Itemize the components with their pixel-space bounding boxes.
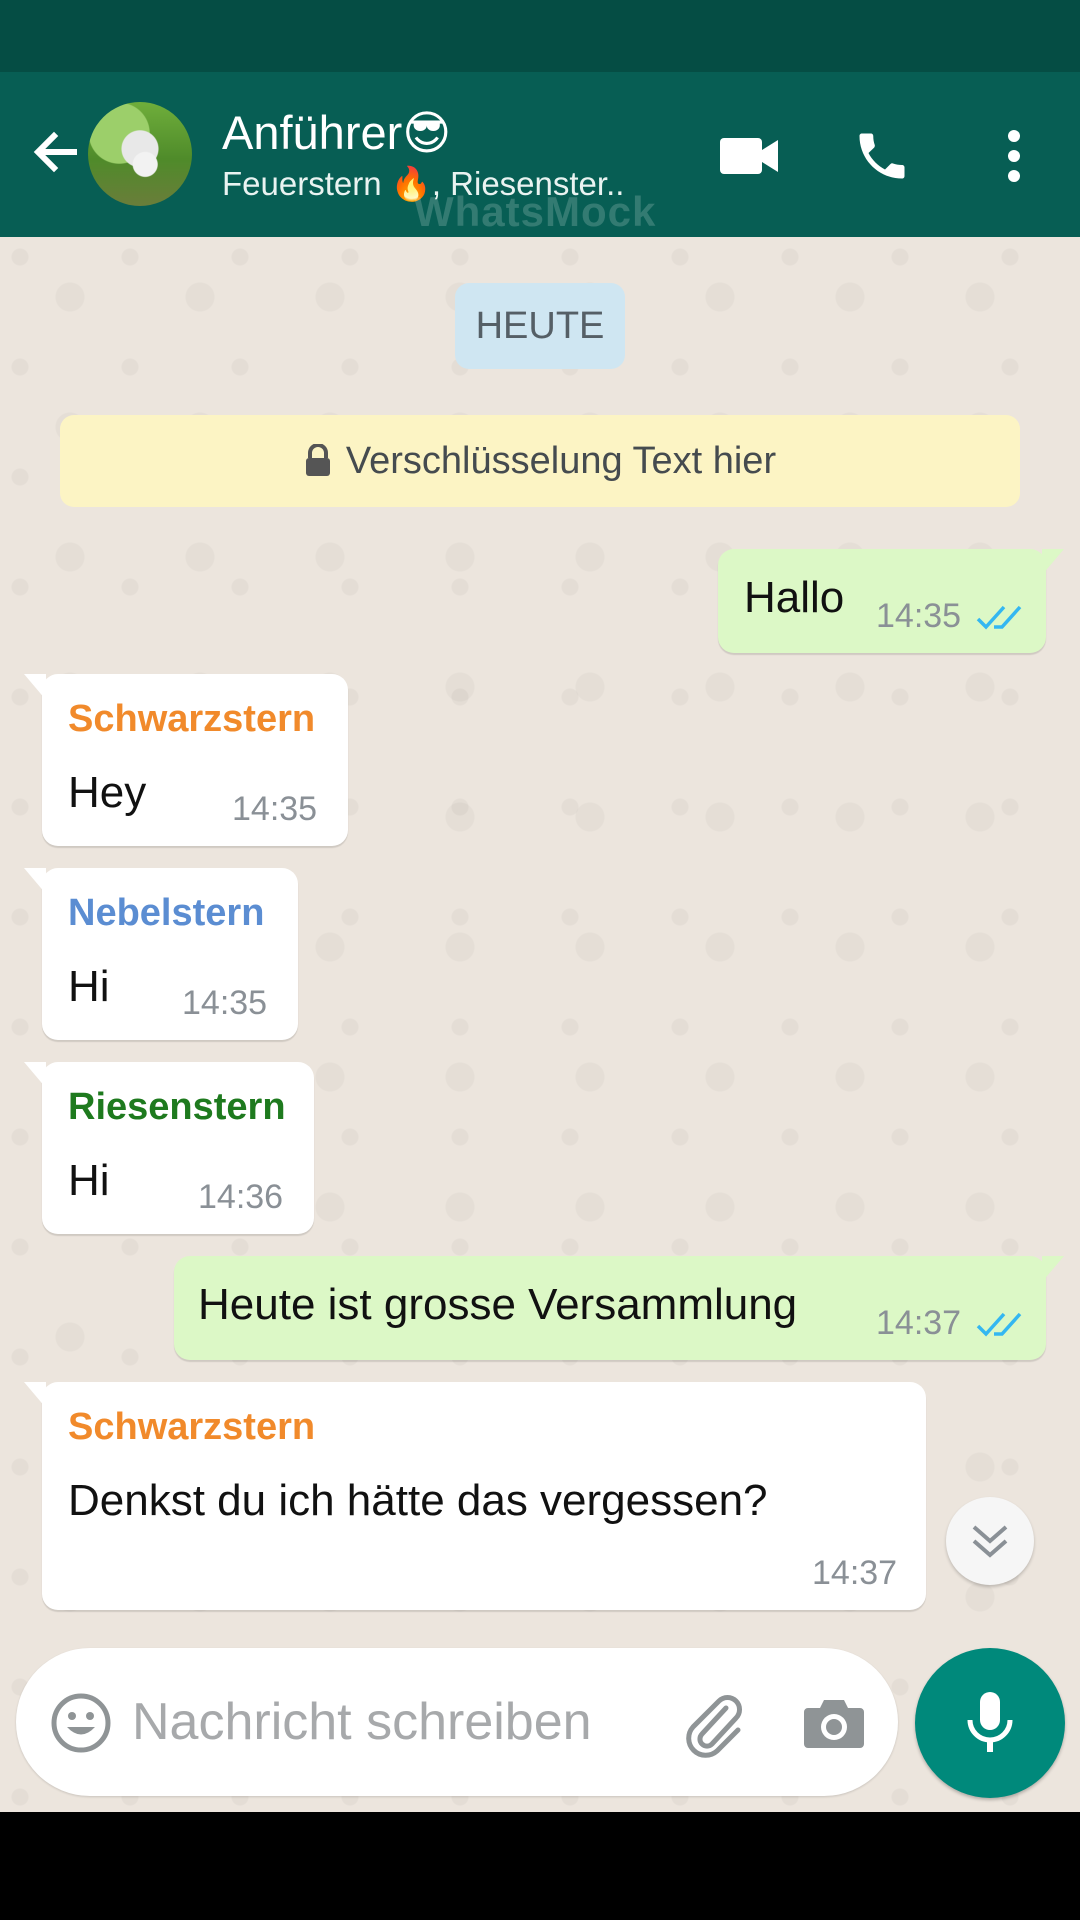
- sender-name[interactable]: Schwarzstern: [68, 1406, 315, 1449]
- double-check-icon: [976, 1312, 1022, 1337]
- emoji-icon[interactable]: [50, 1692, 112, 1754]
- mic-button[interactable]: [915, 1648, 1065, 1798]
- message-bubble-outgoing[interactable]: Hallo 14:35: [718, 549, 1064, 653]
- message-time: 14:35: [876, 597, 962, 635]
- message-input[interactable]: Nachricht schreiben: [132, 1692, 592, 1752]
- message-bubble-outgoing[interactable]: Heute ist grosse Versammlung 14:37: [174, 1256, 1064, 1360]
- video-camera-icon[interactable]: [714, 120, 786, 192]
- message-composer[interactable]: Nachricht schreiben: [16, 1648, 898, 1796]
- message-time: 14:36: [198, 1178, 284, 1216]
- paperclip-icon[interactable]: [680, 1690, 748, 1758]
- message-bubble-incoming[interactable]: Schwarzstern Hey 14:35: [24, 674, 348, 846]
- sender-name[interactable]: Riesenstern: [68, 1086, 286, 1129]
- double-check-icon: [976, 605, 1022, 630]
- message-bubble-incoming[interactable]: Riesenstern Hi 14:36: [24, 1062, 314, 1234]
- chevron-double-down-icon: [972, 1525, 1008, 1558]
- sender-name[interactable]: Nebelstern: [68, 892, 264, 935]
- message-text: Heute ist grosse Versammlung: [198, 1280, 798, 1329]
- arrow-left-icon[interactable]: [24, 124, 84, 184]
- encryption-text: Verschlüsselung Text hier: [345, 439, 777, 482]
- watermark: WhatsMock: [414, 188, 657, 235]
- status-bar: [0, 0, 1080, 72]
- message-bubble-incoming[interactable]: Nebelstern Hi 14:35: [24, 868, 298, 1040]
- encryption-notice[interactable]: Verschlüsselung Text hier: [60, 415, 1020, 507]
- date-chip: HEUTE: [455, 283, 625, 369]
- message-bubble-incoming[interactable]: Schwarzstern Denkst du ich hätte das ver…: [24, 1382, 926, 1610]
- message-text: Hi: [68, 962, 110, 1011]
- chat-area[interactable]: HEUTE Verschlüsselung Text hier Hallo 14…: [0, 237, 1080, 1812]
- message-text: Hallo: [744, 573, 845, 622]
- microphone-icon: [967, 1692, 1013, 1752]
- message-text: Hey: [68, 768, 147, 817]
- system-nav-bar: [0, 1812, 1080, 1920]
- scroll-down-button[interactable]: [946, 1497, 1034, 1585]
- sender-name[interactable]: Schwarzstern: [68, 698, 315, 741]
- avatar[interactable]: [88, 102, 192, 206]
- message-time: 14:35: [232, 790, 318, 828]
- message-text: Hi: [68, 1156, 110, 1205]
- chat-title: Anführer😎: [222, 106, 452, 159]
- message-text: Denkst du ich hätte das vergessen?: [68, 1476, 768, 1525]
- app-bar: Anführer😎 Feuerstern 🔥, Riesenster.. Wha…: [0, 72, 1080, 237]
- phone-icon[interactable]: [846, 120, 918, 192]
- more-vert-icon[interactable]: [978, 120, 1050, 192]
- lock-icon: [305, 444, 330, 476]
- message-time: 14:35: [182, 984, 268, 1022]
- message-time: 14:37: [812, 1554, 898, 1592]
- message-time: 14:37: [876, 1304, 962, 1342]
- camera-icon[interactable]: [802, 1692, 866, 1752]
